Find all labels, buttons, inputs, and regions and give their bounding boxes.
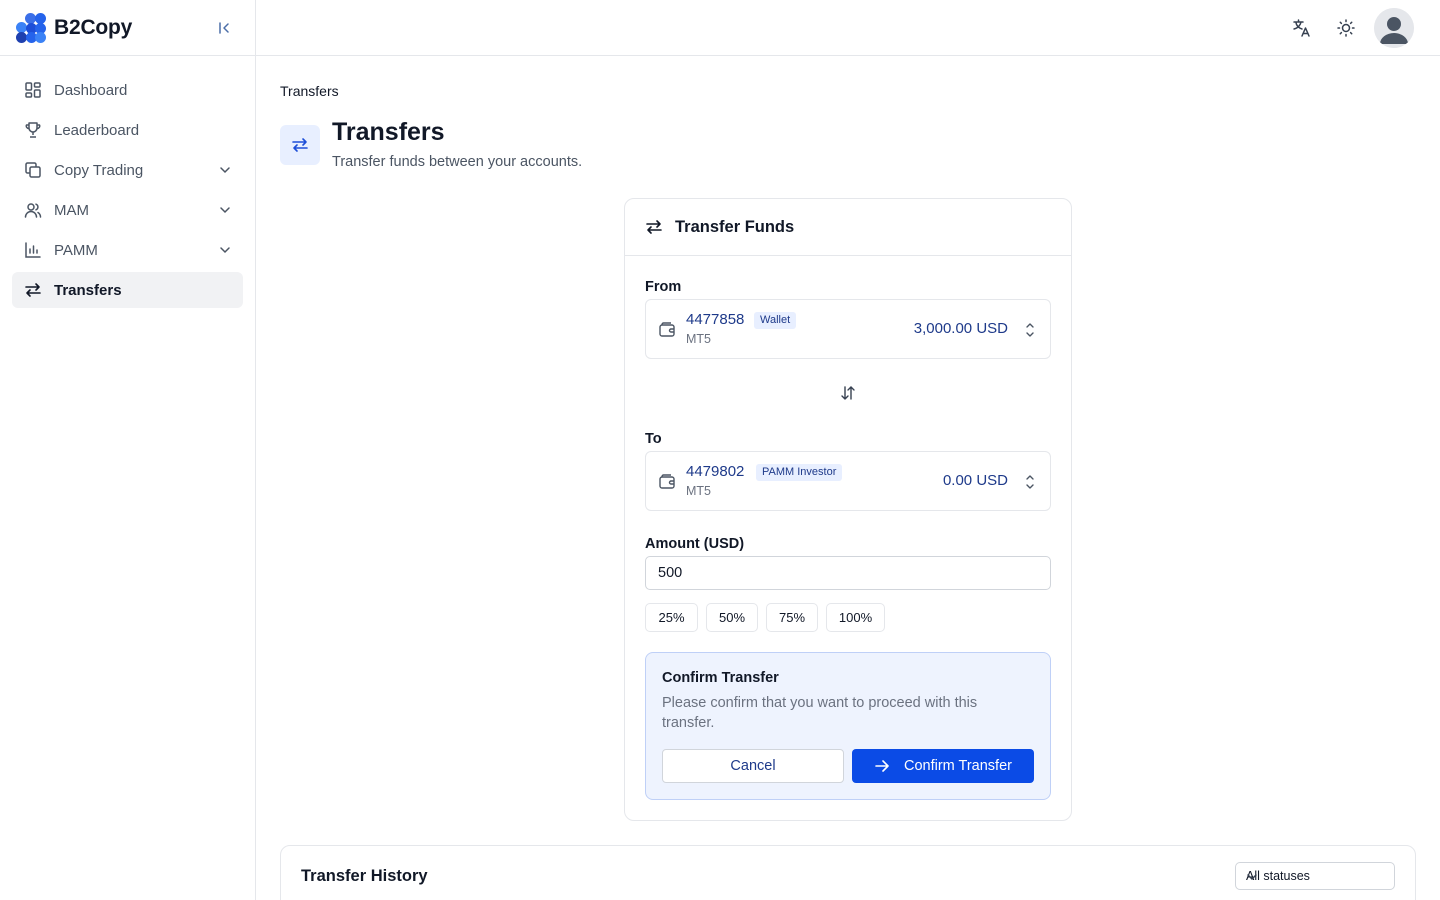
sidebar-item-label: Leaderboard (54, 121, 140, 139)
to-account-number: 4479802 (686, 463, 745, 480)
sidebar-item-copy-trading[interactable]: Copy Trading (12, 152, 243, 188)
confirm-transfer-panel: Confirm Transfer Please confirm that you… (645, 652, 1051, 800)
sidebar-item-label: MAM (54, 201, 89, 219)
amount-label: Amount (USD) (645, 536, 745, 552)
chevron-down-icon (219, 243, 231, 260)
to-label: To (645, 431, 662, 447)
from-account-select[interactable]: 4477858 Wallet MT5 3,000.00 USD (645, 299, 1051, 359)
percent-25-button[interactable]: 25% (645, 603, 698, 632)
from-label: From (645, 279, 682, 295)
collapse-sidebar-icon[interactable] (215, 19, 233, 37)
to-account-platform: MT5 (686, 484, 711, 498)
sidebar-item-leaderboard[interactable]: Leaderboard (12, 112, 243, 148)
to-account-balance: 0.00 USD (942, 472, 1008, 489)
percent-100-button[interactable]: 100% (826, 603, 885, 632)
wallet-icon (658, 321, 676, 339)
from-account-platform: MT5 (686, 332, 711, 346)
user-avatar[interactable] (1374, 8, 1414, 48)
from-account-number: 4477858 (686, 311, 745, 328)
copy-icon (24, 161, 42, 179)
amount-input[interactable] (645, 556, 1051, 590)
swap-accounts-icon[interactable] (838, 383, 858, 403)
percent-75-button[interactable]: 75% (766, 603, 818, 632)
breadcrumb: Transfers (280, 83, 339, 99)
confirm-title: Confirm Transfer (662, 670, 779, 686)
sun-icon[interactable] (1336, 18, 1356, 38)
sidebar-item-label: PAMM (54, 241, 98, 259)
cancel-button[interactable]: Cancel (662, 749, 844, 783)
sidebar-item-pamm[interactable]: PAMM (12, 232, 243, 268)
bar-chart-icon (24, 241, 42, 259)
brand-name: B2Copy (54, 15, 133, 39)
card-title: Transfer Funds (675, 217, 795, 236)
to-account-badge: PAMM Investor (756, 464, 843, 481)
main-content: Transfers Transfers Transfer funds betwe… (256, 56, 1440, 900)
sidebar-item-label: Copy Trading (54, 161, 144, 179)
sidebar-nav: Dashboard Leaderboard Copy Trading MAM P… (0, 56, 255, 328)
from-account-balance: 3,000.00 USD (913, 320, 1008, 337)
percent-50-button[interactable]: 50% (706, 603, 758, 632)
brand-header: B2Copy (0, 0, 255, 56)
sidebar-item-mam[interactable]: MAM (12, 192, 243, 228)
brand-logo-icon (16, 12, 46, 43)
sidebar: B2Copy Dashboard Leaderboard Copy Tradin… (0, 0, 256, 900)
sidebar-item-label: Transfers (54, 281, 122, 299)
arrows-left-right-icon (24, 281, 42, 299)
arrow-right-icon (874, 758, 890, 774)
transfers-header-icon (280, 125, 320, 165)
confirm-transfer-label: Confirm Transfer (904, 758, 1012, 774)
trophy-icon (24, 121, 42, 139)
page-title: Transfers (332, 118, 445, 146)
chevron-down-icon (219, 203, 231, 220)
wallet-icon (658, 473, 676, 491)
history-title: Transfer History (301, 867, 428, 885)
transfer-history-card: Transfer History All statuses (280, 845, 1416, 900)
sidebar-item-dashboard[interactable]: Dashboard (12, 72, 243, 108)
transfer-funds-card: Transfer Funds From 4477858 Wallet MT5 3… (624, 198, 1072, 821)
chevrons-up-down-icon (1024, 473, 1036, 491)
page-subtitle: Transfer funds between your accounts. (332, 154, 583, 170)
chevron-down-icon (219, 163, 231, 180)
chevrons-up-down-icon (1024, 321, 1036, 339)
status-filter-select[interactable]: All statuses (1235, 862, 1395, 890)
confirm-transfer-button[interactable]: Confirm Transfer (852, 749, 1034, 783)
topbar (256, 0, 1440, 56)
transfer-arrows-icon (645, 217, 665, 237)
from-account-badge: Wallet (754, 312, 797, 329)
users-icon (24, 201, 42, 219)
chevron-down-icon (1246, 871, 1384, 886)
sidebar-item-transfers[interactable]: Transfers (12, 272, 243, 308)
sidebar-item-label: Dashboard (54, 81, 128, 99)
confirm-text: Please confirm that you want to proceed … (662, 695, 978, 731)
dashboard-icon (24, 81, 42, 99)
to-account-select[interactable]: 4479802 PAMM Investor MT5 0.00 USD (645, 451, 1051, 511)
card-header: Transfer Funds (625, 199, 1071, 256)
translate-icon[interactable] (1292, 18, 1312, 38)
